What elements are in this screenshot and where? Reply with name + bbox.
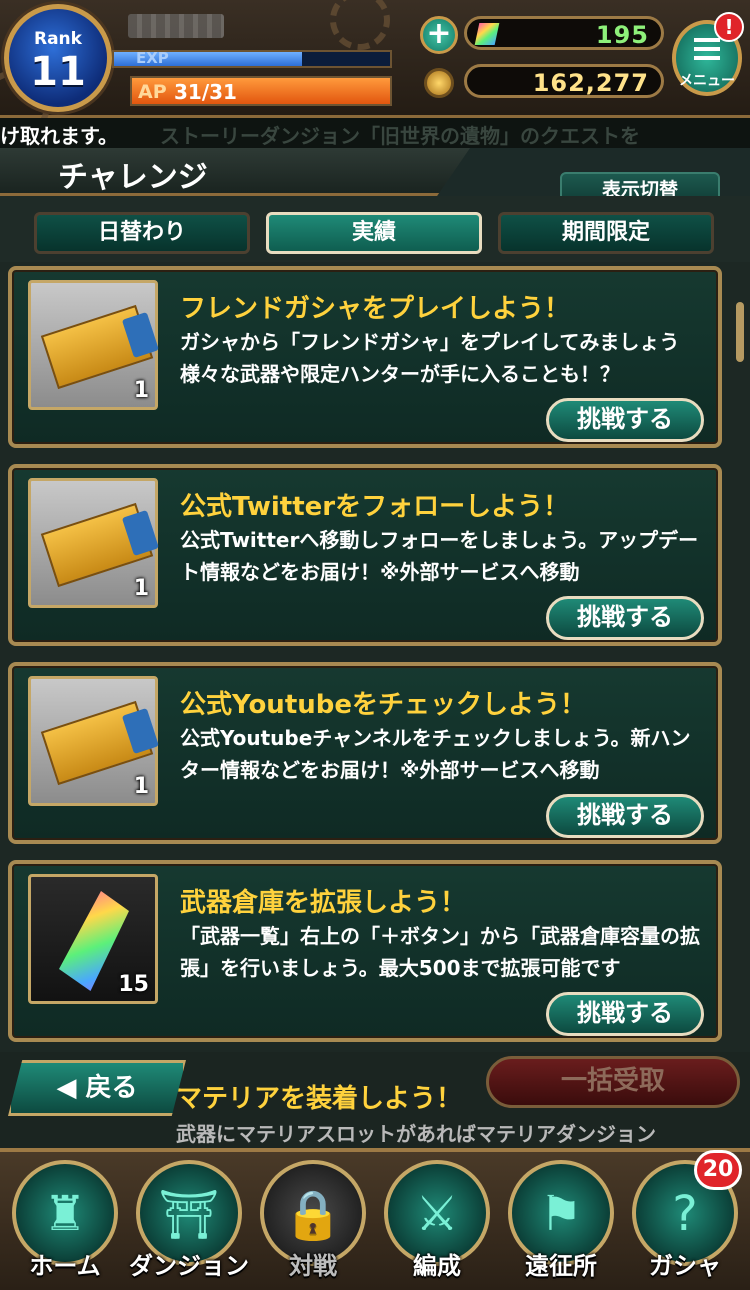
reward-quantity: 15 <box>118 972 149 997</box>
nav-expedition[interactable]: ⚑ 遠征所 <box>504 1160 618 1290</box>
challenge-card: 1 公式Twitterをフォローしよう！ 公式Twitterへ移動しフォローをし… <box>8 464 722 646</box>
gacha-icon: ? <box>672 1186 698 1242</box>
challenge-description: ガシャから「フレンドガシャ」をプレイしてみましょう 様々な武器や限定ハンターが手… <box>180 330 680 386</box>
back-button[interactable]: ◀ 戻る <box>8 1060 186 1116</box>
gold-value: 162,277 <box>532 69 649 97</box>
gate-icon: ⛩ <box>158 1187 220 1243</box>
nav-party[interactable]: ⚔ 編成 <box>380 1160 494 1290</box>
coin-icon <box>424 68 454 98</box>
nav-label: ダンジョン <box>129 1252 249 1280</box>
peek-challenge-description: 武器にマテリアスロットがあればマテリアダンジョン <box>176 1122 656 1146</box>
lock-icon: 🔒 <box>283 1187 343 1243</box>
ap-fill <box>132 78 390 104</box>
reward-quantity: 1 <box>133 576 149 601</box>
reward-thumbnail: 15 <box>28 874 158 1004</box>
challenge-description: 「武器一覧」右上の「＋ボタン」から「武器倉庫容量の拡張」を行いましょう。最大50… <box>180 924 700 980</box>
challenge-title: フレンドガシャをプレイしよう！ <box>180 294 571 324</box>
ticker-text: け取れます。 <box>0 124 118 148</box>
challenge-list[interactable]: 1 フレンドガシャをプレイしよう！ ガシャから「フレンドガシャ」をプレイしてみま… <box>0 262 750 1052</box>
news-ticker[interactable]: け取れます。 ストーリーダンジョン「旧世界の遺物」のクエストを <box>0 118 750 148</box>
challenge-title: 公式Youtubeをチェックしよう！ <box>180 690 586 720</box>
ticket-icon <box>40 700 159 786</box>
challenge-description: 公式Youtubeチャンネルをチェックしましょう。新ハンター情報などをお届け！※… <box>180 726 691 782</box>
ap-label: AP <box>138 81 167 103</box>
receive-all-button[interactable]: 一括受取 <box>486 1056 740 1108</box>
action-row: マテリアを装着しよう！ 武器にマテリアスロットがあればマテリアダンジョン ◀ 戻… <box>0 1052 750 1148</box>
nav-label: ガシャ <box>649 1252 721 1280</box>
nav-label: 編成 <box>413 1252 461 1280</box>
menu-alert-badge: ! <box>714 12 744 42</box>
nav-battle[interactable]: 🔒 対戦 <box>256 1160 370 1290</box>
exp-bar: EXP <box>112 49 392 68</box>
ap-bar: AP 31/31 <box>130 76 392 106</box>
ap-value: 31/31 <box>174 80 237 104</box>
party-icon: ⚔ <box>415 1186 459 1242</box>
gold-counter: 162,277 <box>464 64 664 98</box>
rank-badge: Rank 11 <box>4 4 112 112</box>
reward-quantity: 1 <box>133 378 149 403</box>
challenge-button[interactable]: 挑戦する <box>546 992 704 1036</box>
menu-label: メニュー <box>679 73 735 89</box>
reward-quantity: 1 <box>133 774 149 799</box>
nav-label: 対戦 <box>289 1252 337 1280</box>
castle-icon: ♜ <box>43 1186 87 1242</box>
nav-home[interactable]: ♜ ホーム <box>8 1160 122 1290</box>
gem-value: 195 <box>595 21 649 49</box>
list-scrollbar[interactable] <box>736 302 744 362</box>
challenge-button[interactable]: 挑戦する <box>546 794 704 838</box>
reward-thumbnail: 1 <box>28 280 159 410</box>
ticket-icon <box>40 304 159 390</box>
challenge-title: 公式Twitterをフォローしよう！ <box>180 492 570 522</box>
ticker-faded-text: ストーリーダンジョン「旧世界の遺物」のクエストを <box>160 124 640 148</box>
gem-icon <box>474 23 500 45</box>
reward-thumbnail: 1 <box>28 676 159 806</box>
tab-bar: 日替わり 実績 期間限定 <box>0 196 750 262</box>
peek-challenge-title: マテリアを装着しよう！ <box>176 1084 463 1114</box>
challenge-button[interactable]: 挑戦する <box>546 398 704 442</box>
flag-icon: ⚑ <box>539 1186 583 1242</box>
nav-label: 遠征所 <box>525 1252 597 1280</box>
tab-daily[interactable]: 日替わり <box>34 212 250 254</box>
challenge-description: 公式Twitterへ移動しフォローをしましょう。アップデート情報などをお届け！※… <box>180 528 699 584</box>
bottom-nav: ♜ ホーム ⛩ ダンジョン 🔒 対戦 ⚔ 編成 ⚑ 遠征所 ? ガシャ <box>0 1148 750 1290</box>
nav-dungeon[interactable]: ⛩ ダンジョン <box>129 1160 249 1290</box>
nav-label: ホーム <box>29 1252 101 1280</box>
challenge-card: 1 フレンドガシャをプレイしよう！ ガシャから「フレンドガシャ」をプレイしてみま… <box>8 266 722 448</box>
gacha-count-badge: 20 <box>694 1150 742 1190</box>
exp-label: EXP <box>136 49 169 67</box>
tab-limited[interactable]: 期間限定 <box>498 212 714 254</box>
challenge-card: 1 公式Youtubeをチェックしよう！ 公式Youtubeチャンネルをチェック… <box>8 662 722 844</box>
tab-achievements[interactable]: 実績 <box>266 212 482 254</box>
player-name-redacted <box>128 14 224 38</box>
status-bar: Rank 11 EXP AP 31/31 + 195 162,277 メニュー … <box>0 0 750 140</box>
rank-value: 11 <box>30 49 86 95</box>
add-gems-button[interactable]: + <box>420 16 458 54</box>
rank-label: Rank <box>34 29 82 49</box>
challenge-card: 15 武器倉庫を拡張しよう！ 「武器一覧」右上の「＋ボタン」から「武器倉庫容量の… <box>8 860 722 1042</box>
gear-decoration-icon <box>330 0 390 50</box>
reward-thumbnail: 1 <box>28 478 159 608</box>
challenge-title: 武器倉庫を拡張しよう！ <box>180 888 467 918</box>
menu-icon <box>694 38 720 60</box>
page-title: チャレンジ <box>58 160 208 195</box>
ticket-icon <box>40 502 159 588</box>
gem-counter: 195 <box>464 16 664 50</box>
challenge-button[interactable]: 挑戦する <box>546 596 704 640</box>
